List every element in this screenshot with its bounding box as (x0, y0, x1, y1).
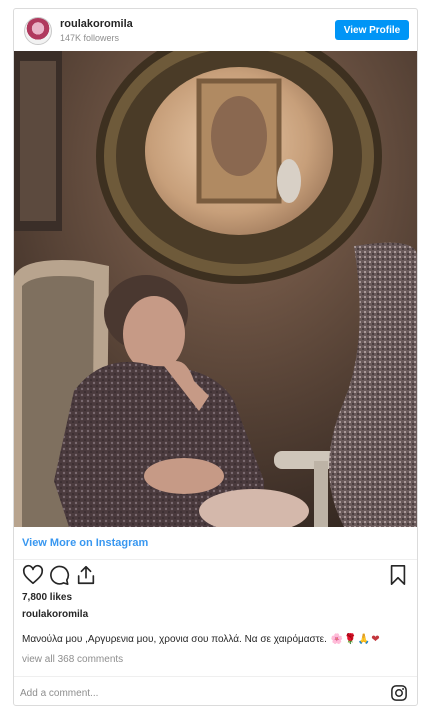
like-count: 7,800 likes (22, 592, 73, 603)
comment-button[interactable] (48, 564, 70, 586)
caption-text: Μανούλα μου ,Αργυρενια μου, χρονια σου π… (22, 634, 327, 645)
comment-bar (14, 676, 417, 705)
post-header: roulakoromila 147K followers View Profil… (14, 9, 417, 51)
instagram-icon (391, 685, 407, 701)
heart-icon (22, 564, 44, 585)
view-profile-button[interactable]: View Profile (335, 20, 409, 40)
instagram-link[interactable] (390, 684, 408, 702)
share-icon (77, 565, 95, 585)
comment-input[interactable] (20, 684, 360, 702)
follower-count: 147K followers (60, 33, 120, 43)
username[interactable]: roulakoromila (60, 18, 133, 30)
comment-icon (50, 565, 70, 585)
avatar[interactable] (24, 17, 52, 45)
bookmark-icon (390, 565, 406, 585)
share-button[interactable] (75, 564, 97, 586)
post-caption: Μανούλα μου ,Αργυρενια μου, χρονια σου π… (22, 634, 381, 645)
view-more-label[interactable]: View More on Instagram (22, 537, 148, 549)
post-photo-illustration (14, 51, 417, 527)
view-more-link[interactable]: View More on Instagram (14, 527, 417, 560)
caption-emojis: 🌸🌹🙏❤ (330, 634, 381, 645)
view-comments-link[interactable]: view all 368 comments (22, 654, 123, 665)
like-button[interactable] (22, 564, 44, 586)
post-author[interactable]: roulakoromila (22, 609, 88, 620)
instagram-embed-card: roulakoromila 147K followers View Profil… (13, 8, 418, 706)
save-button[interactable] (387, 564, 409, 586)
action-bar (14, 564, 417, 590)
post-image[interactable] (14, 51, 417, 527)
